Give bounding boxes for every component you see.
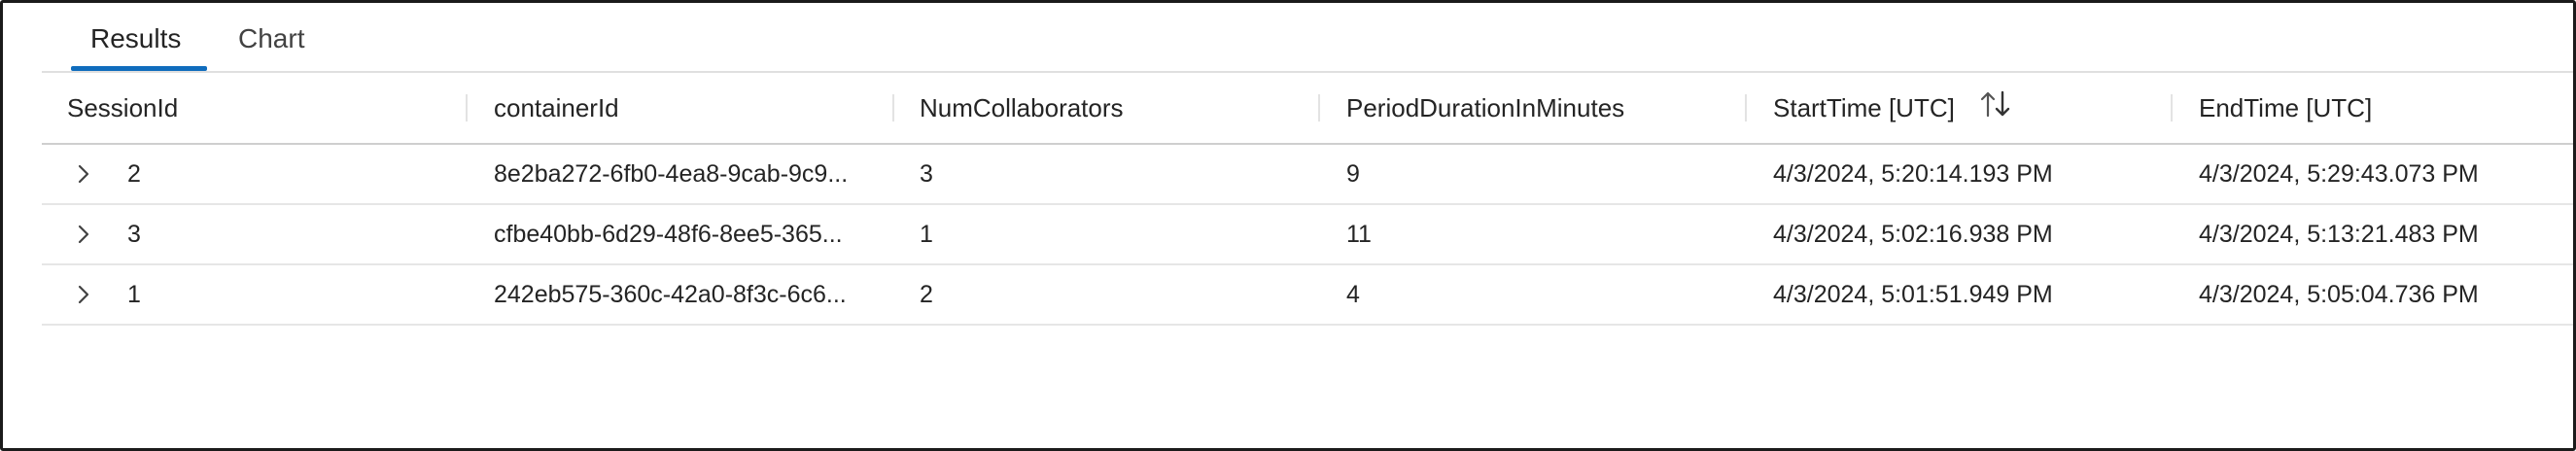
column-header-starttime-label: StartTime [UTC]	[1773, 93, 1955, 122]
cell-containerid: 8e2ba272-6fb0-4ea8-9cab-9c9...	[494, 160, 849, 188]
chevron-right-icon[interactable]	[71, 222, 96, 247]
column-resize-handle[interactable]	[2171, 94, 2173, 121]
table-row[interactable]: 1 242eb575-360c-42a0-8f3c-6c6... 2 4 4/3…	[42, 265, 2573, 326]
tab-chart[interactable]: Chart	[219, 9, 335, 69]
cell-sessionid: 2	[127, 160, 141, 188]
cell-containerid: 242eb575-360c-42a0-8f3c-6c6...	[494, 281, 847, 308]
column-header-periodduration[interactable]: PeriodDurationInMinutes	[1346, 73, 1624, 143]
table-row[interactable]: 2 8e2ba272-6fb0-4ea8-9cab-9c9... 3 9 4/3…	[42, 145, 2573, 205]
sort-arrows-icon[interactable]	[1979, 75, 2012, 145]
cell-numcollaborators: 3	[920, 160, 933, 188]
cell-endtime: 4/3/2024, 5:13:21.483 PM	[2199, 221, 2479, 248]
cell-periodduration: 4	[1346, 281, 1360, 308]
cell-periodduration: 9	[1346, 160, 1360, 188]
table-row[interactable]: 3 cfbe40bb-6d29-48f6-8ee5-365... 1 11 4/…	[42, 205, 2573, 265]
tab-chart-label: Chart	[238, 23, 305, 53]
cell-starttime: 4/3/2024, 5:01:51.949 PM	[1773, 281, 2053, 308]
column-resize-handle[interactable]	[466, 94, 468, 121]
column-header-containerid[interactable]: containerId	[494, 73, 619, 143]
cell-sessionid: 1	[127, 281, 141, 308]
column-header-endtime[interactable]: EndTime [UTC]	[2199, 73, 2372, 143]
cell-endtime: 4/3/2024, 5:05:04.736 PM	[2199, 281, 2479, 308]
chevron-right-icon[interactable]	[71, 282, 96, 307]
cell-containerid: cfbe40bb-6d29-48f6-8ee5-365...	[494, 221, 843, 248]
cell-numcollaborators: 1	[920, 221, 933, 248]
column-resize-handle[interactable]	[1745, 94, 1747, 121]
tab-results[interactable]: Results	[71, 9, 207, 71]
cell-starttime: 4/3/2024, 5:02:16.938 PM	[1773, 221, 2053, 248]
column-resize-handle[interactable]	[1318, 94, 1320, 121]
results-panel: Results Chart SessionId containerId NumC…	[0, 0, 2576, 451]
cell-sessionid: 3	[127, 221, 141, 248]
cell-starttime: 4/3/2024, 5:20:14.193 PM	[1773, 160, 2053, 188]
tab-results-label: Results	[90, 23, 182, 53]
table-header: SessionId containerId NumCollaborators P…	[42, 73, 2573, 145]
cell-endtime: 4/3/2024, 5:29:43.073 PM	[2199, 160, 2479, 188]
cell-periodduration: 11	[1346, 221, 1372, 248]
column-resize-handle[interactable]	[892, 94, 894, 121]
column-header-numcollaborators[interactable]: NumCollaborators	[920, 73, 1124, 143]
chevron-right-icon[interactable]	[71, 161, 96, 187]
column-header-starttime[interactable]: StartTime [UTC]	[1773, 73, 2012, 143]
column-header-sessionid[interactable]: SessionId	[67, 73, 178, 143]
cell-numcollaborators: 2	[920, 281, 933, 308]
